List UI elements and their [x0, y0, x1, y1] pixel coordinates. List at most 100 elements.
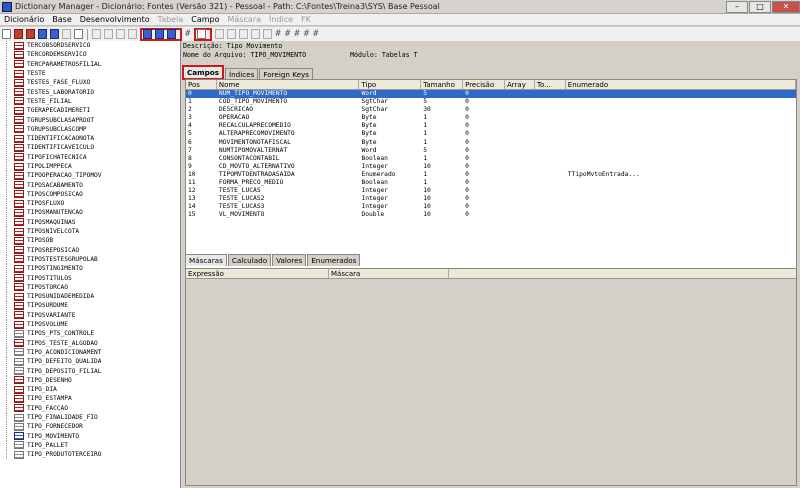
tree-item[interactable]: TIPOSOB	[0, 236, 180, 246]
tree-item[interactable]: TIPOSVOLUME	[0, 320, 180, 330]
tree-item[interactable]: TIDENTIFICAVEICULO	[0, 143, 180, 153]
column-header[interactable]: Enumerado	[566, 80, 796, 89]
add-field-icon[interactable]	[143, 29, 152, 39]
table-row[interactable]: 4 RECALCULAPRECOMEDIO Byte 1 0	[186, 122, 796, 130]
report-icon[interactable]	[74, 29, 83, 39]
new-table-icon[interactable]	[26, 29, 35, 39]
title-bar: Dictionary Manager - Dicionário: Fontes …	[0, 0, 800, 14]
tree-item[interactable]: TIPOSNIVELCOTA	[0, 227, 180, 237]
tree-item[interactable]: TIPOLIMPPECA	[0, 162, 180, 171]
find-icon[interactable]	[50, 29, 59, 39]
maximize-button[interactable]: □	[749, 0, 771, 13]
tree-item[interactable]: TIPO_FORNECEDOR	[0, 422, 180, 432]
tree-item[interactable]: TIPOSTESTESGRUPOLAB	[0, 254, 180, 264]
tree-item[interactable]: TIPO_MOVIMENTO	[0, 431, 180, 441]
tree-item[interactable]: TIPOSMANUTENCAO	[0, 208, 180, 218]
tree-item[interactable]: TIPO_FACCAO	[0, 403, 180, 413]
minimize-button[interactable]: –	[726, 0, 748, 13]
tree-item[interactable]: TIPOSREPOSICAO	[0, 245, 180, 255]
close-button[interactable]: ✕	[772, 0, 800, 13]
mask-grid[interactable]: Expressão Máscara	[185, 268, 797, 486]
table-row[interactable]: 1 COD_TIPO_MOVIMENTO SgtChar 5 0	[186, 98, 796, 106]
new-dictionary-icon[interactable]	[2, 29, 11, 39]
tree-item[interactable]: TERCORDEMSERVICO	[0, 50, 180, 60]
tree-item[interactable]: TIPO_DEPOSITO_FILIAL	[0, 366, 180, 376]
menu-item[interactable]: Dicionário	[4, 15, 44, 24]
tree-item[interactable]: TIPOSTINGIMENTO	[0, 264, 180, 274]
column-header[interactable]: Expressão	[186, 269, 329, 278]
tree-item[interactable]: TIPO_PALLET	[0, 440, 180, 450]
tree-item[interactable]: TGRUPSUBCLASAPROOT	[0, 115, 180, 125]
tree-item[interactable]: TESTES_FASE_FLUXO	[0, 78, 180, 88]
tree-item[interactable]: TIPOS_TESTE_ALGODAO	[0, 338, 180, 348]
tree-item[interactable]: TIPO_ESTAMPA	[0, 394, 180, 404]
tree-item[interactable]: TIPO_DIA	[0, 385, 180, 395]
tree-item[interactable]: TIDENTIFICACAONOTA	[0, 134, 180, 144]
tree-item[interactable]: TESTE_FILIAL	[0, 96, 180, 106]
tree-item[interactable]: TIPOOPERACAO_TIPOMOV	[0, 171, 180, 181]
tree-item[interactable]: TGRUPSUBCLASCOMP	[0, 124, 180, 134]
tree-item[interactable]: TIPOSMAQUINAS	[0, 217, 180, 227]
table-row[interactable]: 7 NUMTIPOMOVALTERNAT Word 5 0	[186, 147, 796, 155]
hash-icon[interactable]: #	[185, 29, 190, 39]
tree-item[interactable]: TERCOBSORDSERVICO	[0, 41, 180, 51]
tree-item[interactable]: TESTES_LABORATORIO	[0, 87, 180, 97]
tree-item[interactable]: TIPO_DESENHO	[0, 375, 180, 385]
sql-icon[interactable]	[62, 29, 71, 39]
table-row[interactable]: 6 MOVIMENTONOTAFISCAL Byte 1 0	[186, 139, 796, 147]
tree-item[interactable]: TIPOSTORCAO	[0, 282, 180, 292]
column-header[interactable]: Máscara	[329, 269, 449, 278]
tree-item[interactable]: TIPO_PRODUTOTERCEIRO	[0, 450, 180, 460]
column-header[interactable]: Tipo	[359, 80, 422, 89]
tree-item-label: TIPOOPERACAO_TIPOMOV	[27, 172, 102, 180]
table-row[interactable]: 15 VL_MOVIMENTO Double 10 0	[186, 211, 796, 219]
field-list-icon[interactable]	[197, 29, 207, 39]
table-tree[interactable]: TERCOBSORDSERVICO TERCORDEMSERVICO TERCPAR…	[0, 41, 181, 488]
open-table-icon[interactable]	[14, 29, 23, 39]
remove-field-icon[interactable]	[155, 29, 164, 39]
table-row[interactable]: 3 OPERACAO Byte 1 0	[186, 114, 796, 122]
table-row[interactable]: 12 TESTE_LUCAS Integer 10 0	[186, 187, 796, 195]
column-header[interactable]: Pos	[186, 80, 217, 89]
table-row[interactable]: 5 ALTERAPRECOMOVIMENTO Byte 1 0	[186, 130, 796, 138]
table-row[interactable]: 8 CONSONTACONTABIL Boolean 1 0	[186, 155, 796, 163]
tree-item[interactable]: TIPOS_PTS_CONTROLE	[0, 329, 180, 339]
table-row[interactable]: 13 TESTE_LUCAS2 Integer 10 0	[186, 195, 796, 203]
column-header[interactable]: Tamanho	[421, 80, 464, 89]
table-cell: 9	[188, 162, 192, 170]
tab-enumerados[interactable]: Enumerados	[307, 254, 361, 266]
column-header[interactable]: Nome	[217, 80, 360, 89]
menu-item[interactable]: Desenvolvimento	[80, 15, 150, 24]
tree-item[interactable]: TIPO_FINALIDADE_FIO	[0, 413, 180, 423]
tree-item[interactable]: TGERAPECADIMERETI	[0, 106, 180, 116]
table-row[interactable]: 11 FORMA_PRECO_MEDIO Boolean 1 0	[186, 179, 796, 187]
tree-item[interactable]: TIPOSTITULOS	[0, 273, 180, 283]
tree-item[interactable]: TIPO_DEFEITO_QUALIDA	[0, 357, 180, 367]
tab-campos[interactable]: Campos	[182, 65, 224, 80]
tree-item[interactable]: TIPOSFLUXO	[0, 199, 180, 209]
tree-item[interactable]: TIPOSVARIANTE	[0, 310, 180, 320]
tab-valores[interactable]: Valores	[272, 254, 307, 266]
tree-item[interactable]: TIPOFICHATECNICA	[0, 152, 180, 162]
tree-item[interactable]: TESTE	[0, 69, 180, 79]
table-row[interactable]: 14 TESTE_LUCAS3 Integer 10 0	[186, 203, 796, 211]
table-row[interactable]: 10 TIPOMVTOENTRADASAIDA Enumerado 1 0 TTipoMv…	[186, 171, 796, 179]
table-row[interactable]: 2 DESCRICAO SgtChar 30 0	[186, 106, 796, 114]
tab-mascaras[interactable]: Máscaras	[185, 254, 227, 266]
move-field-up-icon[interactable]	[167, 29, 176, 39]
column-header[interactable]: Array	[505, 80, 535, 89]
table-row[interactable]: 9 CD_MOVTO_ALTERNATIVO Integer 10 0	[186, 163, 796, 171]
column-header[interactable]: To...	[535, 80, 566, 89]
menu-item[interactable]: Base	[52, 15, 71, 24]
table-row[interactable]: 0 NUM_TIPO_MOVIMENTO Word 5 0	[186, 90, 796, 99]
tree-item[interactable]: TIPOSURDUME	[0, 301, 180, 311]
tab-calculado[interactable]: Calculado	[227, 254, 272, 266]
tree-item[interactable]: TIPOSCOMPOSICAO	[0, 189, 180, 199]
menu-item[interactable]: Campo	[191, 15, 219, 24]
tree-item[interactable]: TIPO_ACONDICIONAMENT	[0, 347, 180, 357]
tree-item[interactable]: TERCPARAMETROSFILIAL	[0, 59, 180, 69]
column-header[interactable]: Precisão	[463, 80, 505, 89]
database-icon[interactable]	[38, 29, 47, 39]
tree-item[interactable]: TIPOSUNIDADEMEDIDA	[0, 292, 180, 302]
tree-item[interactable]: TIPOSACABAMENTO	[0, 180, 180, 190]
